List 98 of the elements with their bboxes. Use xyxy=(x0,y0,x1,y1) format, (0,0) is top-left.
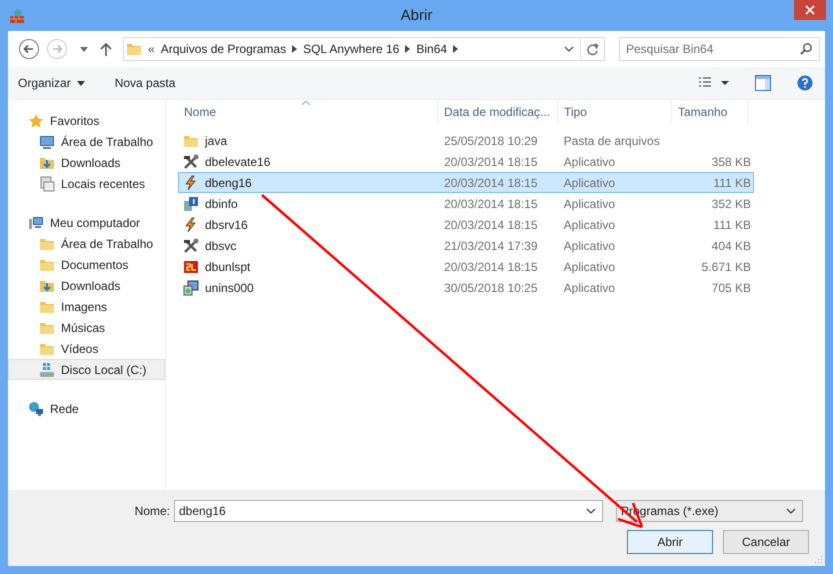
window-title: Abrir xyxy=(400,7,432,24)
column-header[interactable]: Nome xyxy=(178,100,438,124)
file-size: 404 KB xyxy=(712,238,752,252)
breadcrumb-item[interactable]: Bin64 xyxy=(416,42,448,56)
app-icon xyxy=(9,8,25,24)
nav-item[interactable]: Área de Trabalho xyxy=(8,233,165,254)
modified-date: 20/03/2014 18:15 xyxy=(444,154,538,168)
close-icon xyxy=(805,5,815,15)
chevron-down-icon xyxy=(586,508,596,514)
file-size: 111 KB xyxy=(713,176,752,190)
nav-item[interactable]: Músicas xyxy=(8,317,165,338)
file-row[interactable]: dbelevate16 20/03/2014 18:15 Aplicativo 358 KB xyxy=(178,151,754,172)
column-header[interactable]: Tipo xyxy=(558,100,672,124)
modified-date: 20/03/2014 18:15 xyxy=(444,260,538,274)
star-icon xyxy=(28,112,44,128)
file-type: Aplicativo xyxy=(564,238,616,252)
file-row[interactable]: dbsrv16 20/03/2014 18:15 Aplicativo 111 KB xyxy=(178,214,754,235)
cancel-button[interactable]: Cancelar xyxy=(723,530,809,554)
file-name: java xyxy=(205,134,228,148)
back-button[interactable] xyxy=(17,37,41,61)
file-type: Aplicativo xyxy=(564,280,616,294)
chevron-icon[interactable] xyxy=(405,45,410,53)
file-size: 111 KB xyxy=(713,218,752,232)
file-name-field[interactable]: dbeng16 xyxy=(174,500,603,522)
modified-date: 25/05/2018 10:29 xyxy=(444,134,538,148)
file-type: Aplicativo xyxy=(564,176,616,190)
file-size: 705 KB xyxy=(712,280,752,294)
overflow-chevron[interactable]: « xyxy=(148,42,155,56)
resize-grip-icon[interactable] xyxy=(813,554,823,564)
network-icon xyxy=(28,400,44,416)
chevron-icon[interactable] xyxy=(453,45,458,53)
file-size: 5.671 KB xyxy=(702,260,752,274)
file-row[interactable]: java 25/05/2018 10:29 Pasta de arquivos xyxy=(178,130,754,151)
recent-places-icon xyxy=(39,176,55,192)
nav-item[interactable]: Área de Trabalho xyxy=(8,131,165,152)
nav-item[interactable]: Meu computador xyxy=(8,212,165,233)
chevron-icon[interactable] xyxy=(292,45,298,53)
tools-icon xyxy=(183,238,199,254)
computer-icon xyxy=(28,214,44,230)
file-type: Pasta de arquivos xyxy=(564,134,660,148)
nav-item[interactable]: Documentos xyxy=(8,254,165,275)
close-button[interactable] xyxy=(794,0,826,20)
file-type: Aplicativo xyxy=(564,218,616,232)
modified-date: 20/03/2014 18:15 xyxy=(444,218,538,232)
address-bar[interactable]: « Arquivos de Programas SQL Anywhere 16 Bin64 xyxy=(123,37,605,61)
nav-item[interactable]: Locais recentes xyxy=(8,173,165,194)
column-header[interactable]: Tamanho xyxy=(672,100,748,124)
breadcrumb-item[interactable]: SQL Anywhere 16 xyxy=(303,42,400,56)
file-row[interactable]: dbsvc 21/03/2014 17:39 Aplicativo 404 KB xyxy=(178,235,754,256)
modified-date: 21/03/2014 17:39 xyxy=(444,238,538,252)
file-name-label: Nome: xyxy=(134,504,171,518)
search-icon xyxy=(800,42,813,55)
file-row[interactable]: dbinfo 20/03/2014 18:15 Aplicativo 352 KB xyxy=(178,193,754,214)
nav-item[interactable]: Vídeos xyxy=(8,338,165,359)
history-dropdown-icon[interactable] xyxy=(564,46,574,52)
file-name: dbunlspt xyxy=(205,260,250,274)
open-button[interactable]: Abrir xyxy=(627,530,713,554)
file-row[interactable]: dbunlspt 20/03/2014 18:15 Aplicativo 5.671 KB xyxy=(178,256,754,277)
file-name: dbelevate16 xyxy=(205,154,270,168)
installer-icon xyxy=(183,280,199,296)
new-folder-button[interactable]: Nova pasta xyxy=(114,71,176,95)
caret-icon xyxy=(76,80,85,86)
nav-item[interactable]: Imagens xyxy=(8,296,165,317)
file-size: 352 KB xyxy=(712,196,752,210)
info-app-icon xyxy=(183,196,199,212)
nav-item[interactable]: Rede xyxy=(8,398,165,419)
file-size: 358 KB xyxy=(712,154,752,168)
file-type: Aplicativo xyxy=(564,196,616,210)
file-name: dbsrv16 xyxy=(205,218,248,232)
breadcrumb-item[interactable]: Arquivos de Programas xyxy=(160,42,286,56)
file-name: unins000 xyxy=(205,280,254,294)
modified-date: 30/05/2018 10:25 xyxy=(444,280,538,294)
drive-icon xyxy=(39,362,55,378)
chevron-down-icon xyxy=(786,508,796,514)
nav-item[interactable]: Disco Local (C:) xyxy=(8,359,165,380)
nav-item[interactable]: Downloads xyxy=(8,275,165,296)
folder-icon xyxy=(126,41,142,57)
file-name: dbinfo xyxy=(205,196,238,210)
file-name: dbsvc xyxy=(205,238,236,252)
refresh-icon xyxy=(586,42,599,56)
caret-icon xyxy=(80,46,88,52)
file-row[interactable]: dbeng16 20/03/2014 18:15 Aplicativo 111 KB xyxy=(178,172,754,193)
modified-date: 20/03/2014 18:15 xyxy=(444,196,538,210)
modified-date: 20/03/2014 18:15 xyxy=(444,176,538,190)
sql-app-icon xyxy=(183,258,199,274)
nav-item[interactable]: Favoritos xyxy=(8,110,165,131)
tools-icon xyxy=(183,154,199,170)
monitor-icon xyxy=(39,134,55,150)
preview-pane-icon[interactable] xyxy=(755,72,771,94)
file-name: dbeng16 xyxy=(205,176,252,190)
file-row[interactable]: unins000 30/05/2018 10:25 Aplicativo 705 KB xyxy=(178,277,754,298)
file-type: Aplicativo xyxy=(564,154,616,168)
up-arrow-icon xyxy=(100,42,112,56)
nav-item[interactable]: Downloads xyxy=(8,152,165,173)
column-header[interactable]: Data de modificaç... xyxy=(438,100,558,124)
organize-menu[interactable]: Organizar xyxy=(18,71,85,95)
file-type: Aplicativo xyxy=(564,260,616,274)
search-field[interactable]: Pesquisar Bin64 xyxy=(619,37,820,61)
